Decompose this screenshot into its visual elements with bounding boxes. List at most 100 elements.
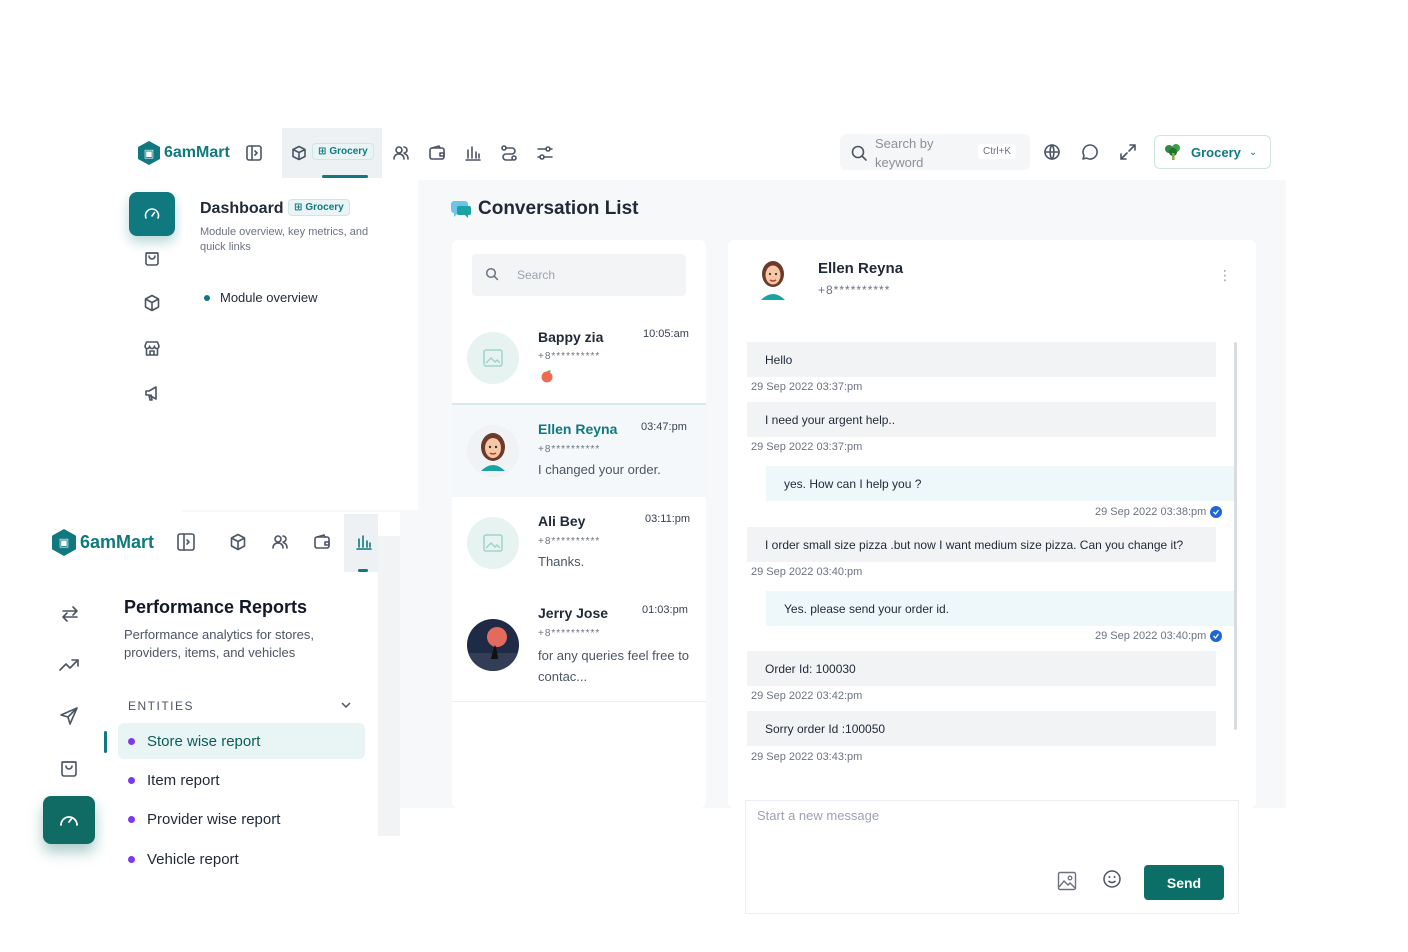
chevron-down-icon[interactable] <box>340 699 352 711</box>
read-check-icon <box>1210 506 1223 519</box>
wallet-icon[interactable] <box>428 144 446 162</box>
chat-contact-phone: +8********** <box>818 283 891 297</box>
package-icon[interactable] <box>143 294 161 312</box>
conversation-search[interactable] <box>472 254 686 296</box>
chat-contact-name: Ellen Reyna <box>818 260 904 277</box>
active-tab-indicator <box>358 569 368 572</box>
search-shortcut: Ctrl+K <box>978 144 1017 159</box>
module-select[interactable]: Grocery ⌄ <box>1154 135 1271 169</box>
message-timestamp: 29 Sep 2022 03:42:pm <box>751 690 863 702</box>
message-bubble-sent: Yes. please send your order id. <box>766 591 1234 626</box>
chevron-down-icon: ⌄ <box>1248 146 1258 158</box>
shopping-bag-icon[interactable] <box>59 758 79 778</box>
bullet-dot <box>128 815 135 823</box>
brand-logo[interactable]: ▣ 6amMart <box>138 141 230 165</box>
message-timestamp: 29 Sep 2022 03:37:pm <box>751 441 863 453</box>
sliders-icon[interactable] <box>536 144 554 162</box>
users-icon[interactable] <box>392 144 410 162</box>
divider <box>452 701 706 702</box>
chat-bubble-icon[interactable] <box>1081 143 1099 161</box>
bullet-dot <box>128 776 135 784</box>
last-message: I changed your order. <box>538 462 661 477</box>
grid-icon: ⊞ <box>294 202 303 213</box>
globe-icon[interactable] <box>1043 143 1061 161</box>
module-pill: ⊞ Grocery <box>312 143 374 160</box>
users-icon[interactable] <box>271 533 289 551</box>
trend-up-icon[interactable] <box>58 655 80 675</box>
message-bubble: Hello <box>747 342 1216 377</box>
brand-name: 6amMart <box>80 532 155 552</box>
cube-icon <box>291 145 307 161</box>
contact-phone: +8********** <box>538 444 601 455</box>
message-time: 10:05:am <box>643 328 689 340</box>
message-timestamp: 29 Sep 2022 03:43:pm <box>751 751 863 763</box>
conversation-chat-icon <box>450 199 472 219</box>
contact-name: Ellen Reyna <box>538 421 618 437</box>
contact-name: Jerry Jose <box>538 605 609 621</box>
gauge-icon <box>143 205 161 223</box>
send-plane-icon[interactable] <box>59 706 79 726</box>
wallet-icon[interactable] <box>313 533 331 551</box>
module-select-label: Grocery <box>1191 144 1241 160</box>
shopping-bag-icon[interactable] <box>143 249 161 267</box>
bar-chart-icon[interactable] <box>464 144 482 162</box>
more-options-icon[interactable]: ⋮ <box>1218 268 1232 282</box>
message-bubble: I need your argent help.. <box>747 402 1216 437</box>
send-button[interactable]: Send <box>1144 865 1224 900</box>
page-title: Performance Reports <box>124 597 308 617</box>
chat-scrollbar[interactable] <box>1234 342 1237 730</box>
expand-icon[interactable] <box>1119 143 1137 161</box>
module-overview-link[interactable]: Module overview <box>220 290 318 305</box>
message-time: 03:47:pm <box>641 421 687 433</box>
sidebar-toggle-icon[interactable] <box>176 532 196 552</box>
report-item-item[interactable]: Item report <box>118 762 365 798</box>
image-placeholder-icon <box>467 332 519 384</box>
message-timestamp: 29 Sep 2022 03:38:pm <box>1095 506 1223 519</box>
search-icon <box>485 267 499 281</box>
route-icon[interactable] <box>500 144 518 162</box>
bullet-dot <box>204 295 210 301</box>
message-bubble: Order Id: 100030 <box>747 651 1216 686</box>
report-item-store-wise[interactable]: Store wise report <box>118 723 365 759</box>
grid-icon: ⊞ <box>318 146 327 157</box>
message-input[interactable]: Start a new message <box>757 808 879 823</box>
active-rail-indicator <box>104 731 107 753</box>
contact-phone: +8********** <box>538 536 601 547</box>
dashboard-subtitle: Module overview, key metrics, and quick … <box>200 226 369 253</box>
report-item-vehicle[interactable]: Vehicle report <box>118 841 365 877</box>
conversation-item[interactable]: Ali Bey 03:11:pm +8********** Thanks. <box>452 497 706 589</box>
package-icon[interactable] <box>229 533 247 551</box>
broccoli-icon <box>1163 142 1183 162</box>
gauge-icon <box>58 810 80 830</box>
logo-mark-icon: ▣ <box>138 141 160 165</box>
search-input[interactable]: Search by keyword <box>875 134 953 172</box>
panel-scroll-edge <box>378 536 400 836</box>
conversation-item[interactable]: Bappy zia 10:05:am +8********** <box>452 312 706 404</box>
conversation-item[interactable]: Jerry Jose 01:03:pm +8********** for any… <box>452 589 706 701</box>
bullet-dot <box>128 737 135 745</box>
sidebar-toggle-icon[interactable] <box>245 144 263 162</box>
logo-mark-icon: ▣ <box>52 529 76 556</box>
swap-arrows-icon[interactable] <box>60 604 80 624</box>
message-bubble: I order small size pizza .but now I want… <box>747 527 1216 562</box>
conversation-item-active[interactable]: Ellen Reyna 03:47:pm +8********** I chan… <box>452 405 706 497</box>
section-heading: ENTITIES <box>128 699 195 713</box>
report-item-provider[interactable]: Provider wise report <box>118 801 365 837</box>
avatar <box>467 425 519 477</box>
attach-image-icon[interactable] <box>1057 871 1077 891</box>
brand-name: 6amMart <box>164 144 230 161</box>
last-message: Thanks. <box>538 554 585 569</box>
dashboard-title: Dashboard <box>200 200 284 217</box>
emoji-icon[interactable] <box>1102 869 1122 889</box>
page-subtitle: Performance analytics for stores, provid… <box>124 627 315 660</box>
last-message: for any queries feel free to contac... <box>538 648 690 684</box>
conversation-search-input[interactable]: Search <box>517 268 555 282</box>
message-time: 03:11:pm <box>645 513 691 525</box>
dashboard-module-pill: ⊞ Grocery <box>288 199 350 216</box>
search-icon <box>850 144 868 162</box>
megaphone-icon[interactable] <box>143 384 161 402</box>
message-timestamp: 29 Sep 2022 03:40:pm <box>751 566 863 578</box>
contact-name: Bappy zia <box>538 329 604 345</box>
store-icon[interactable] <box>143 339 161 357</box>
brand-logo[interactable]: ▣ 6amMart <box>52 529 154 556</box>
